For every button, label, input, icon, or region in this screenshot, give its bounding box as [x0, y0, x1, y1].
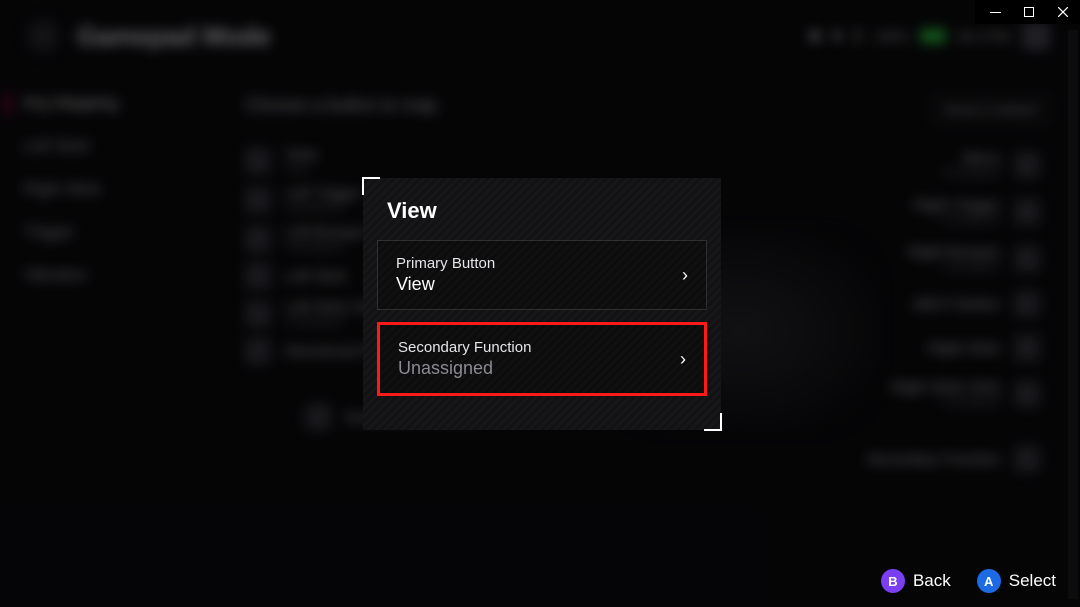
- primary-button-option[interactable]: Primary Button View ›: [377, 240, 707, 310]
- modal-title: View: [387, 198, 721, 224]
- maximize-button[interactable]: [1012, 0, 1046, 24]
- b-button-icon: B: [881, 569, 905, 593]
- window: Gamepad Mode ♥ 100% 06:17PM Key Mapping …: [0, 0, 1080, 607]
- option-value: Unassigned: [398, 358, 531, 379]
- back-hint[interactable]: B Back: [881, 569, 951, 593]
- footer-hints: B Back A Select: [881, 569, 1056, 593]
- option-label: Secondary Function: [398, 339, 531, 356]
- chevron-right-icon: ›: [680, 349, 686, 370]
- chevron-right-icon: ›: [682, 265, 688, 286]
- select-hint[interactable]: A Select: [977, 569, 1056, 593]
- minimize-button[interactable]: [978, 0, 1012, 24]
- secondary-function-option[interactable]: Secondary Function Unassigned ›: [377, 322, 707, 396]
- option-label: Primary Button: [396, 255, 495, 272]
- option-value: View: [396, 274, 495, 295]
- close-button[interactable]: [1046, 0, 1080, 24]
- back-label: Back: [913, 571, 951, 591]
- view-mapping-modal: View Primary Button View › Secondary Fun…: [363, 178, 721, 430]
- window-titlebar: [975, 0, 1080, 24]
- select-label: Select: [1009, 571, 1056, 591]
- a-button-icon: A: [977, 569, 1001, 593]
